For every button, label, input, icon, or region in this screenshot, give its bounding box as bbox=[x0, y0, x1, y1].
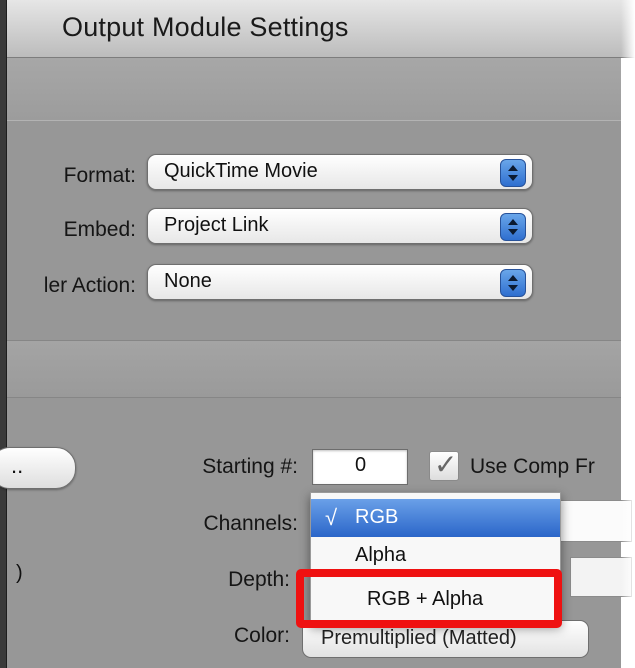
format-value: QuickTime Movie bbox=[164, 160, 318, 182]
popup-arrows-icon bbox=[500, 213, 526, 241]
starting-number-label: Starting #: bbox=[202, 455, 298, 478]
format-label: Format: bbox=[63, 164, 136, 187]
checkmark-icon: √ bbox=[325, 505, 338, 530]
color-value: Premultiplied (Matted) bbox=[321, 627, 517, 649]
title-bar[interactable]: Output Module Settings bbox=[7, 0, 635, 58]
options-button[interactable]: .. bbox=[0, 447, 76, 489]
post-render-action-popup[interactable]: None bbox=[147, 264, 533, 300]
header-band bbox=[7, 58, 621, 121]
popup-arrows-icon bbox=[500, 269, 526, 297]
channels-label: Channels: bbox=[203, 512, 298, 535]
section-band bbox=[7, 340, 621, 398]
format-popup[interactable]: QuickTime Movie bbox=[147, 154, 533, 190]
post-render-action-value: None bbox=[164, 270, 212, 292]
window-left-edge bbox=[0, 0, 7, 668]
menu-item-rgb[interactable]: √ RGB bbox=[311, 499, 560, 537]
use-comp-frame-label: Use Comp Fr bbox=[470, 455, 595, 478]
checkmark-icon: ✓ bbox=[434, 449, 458, 480]
color-label: Color: bbox=[233, 624, 290, 647]
starting-number-value: 0 bbox=[355, 454, 367, 476]
post-render-action-label: ler Action: bbox=[43, 274, 136, 297]
use-comp-frame-checkbox[interactable]: ✓ bbox=[429, 449, 459, 481]
embed-label: Embed: bbox=[63, 218, 136, 241]
window-right-edge bbox=[621, 0, 635, 668]
menu-item-label: Alpha bbox=[355, 544, 407, 566]
depth-label: Depth: bbox=[228, 568, 290, 591]
popup-arrows-icon bbox=[500, 159, 526, 187]
window-title: Output Module Settings bbox=[62, 12, 349, 42]
options-button-label: .. bbox=[11, 453, 24, 478]
menu-item-label: RGB bbox=[355, 506, 399, 528]
divider bbox=[7, 120, 621, 121]
truncated-paren: ) bbox=[16, 562, 23, 584]
red-highlight-box bbox=[296, 569, 562, 628]
starting-number-field[interactable]: 0 bbox=[312, 449, 408, 485]
embed-value: Project Link bbox=[164, 214, 269, 236]
embed-popup[interactable]: Project Link bbox=[147, 208, 533, 244]
